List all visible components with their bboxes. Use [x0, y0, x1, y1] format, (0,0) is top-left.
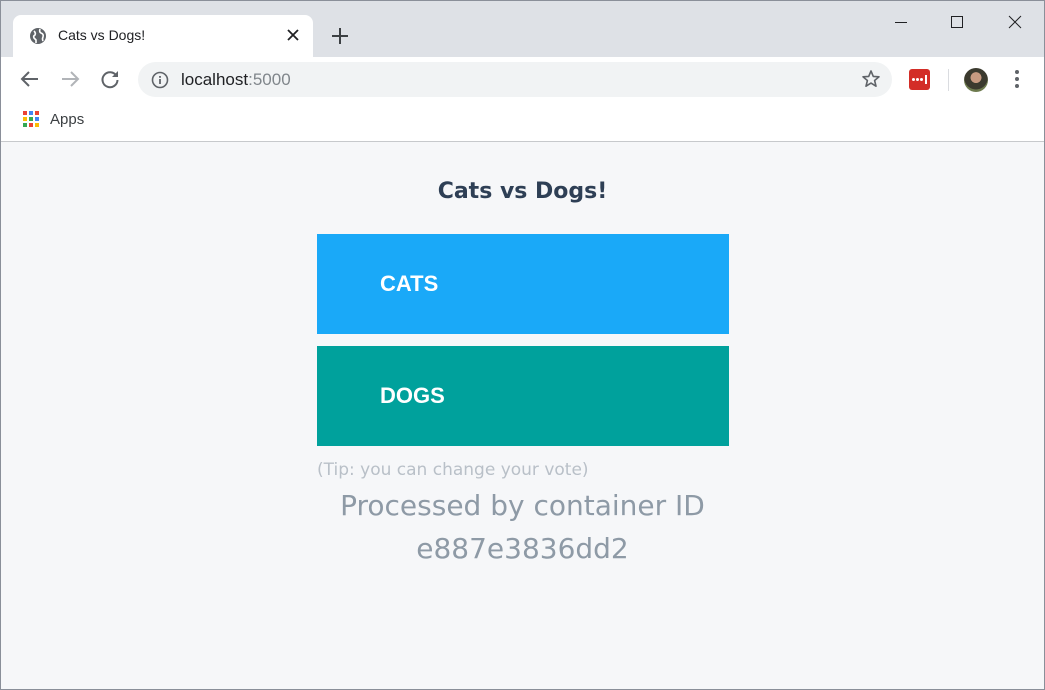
- kebab-menu-icon[interactable]: [1007, 68, 1027, 90]
- toolbar-divider: [948, 69, 949, 91]
- address-bar[interactable]: localhost:5000: [138, 62, 892, 97]
- page-content: Cats vs Dogs! CATS DOGS (Tip: you can ch…: [1, 142, 1044, 689]
- tab-active[interactable]: Cats vs Dogs!: [13, 15, 313, 57]
- apps-bookmark[interactable]: Apps: [50, 111, 84, 128]
- vote-dogs-button[interactable]: DOGS: [317, 346, 729, 446]
- page-title: Cats vs Dogs!: [437, 179, 608, 204]
- url-port: :5000: [248, 70, 291, 89]
- url-text: localhost:5000: [181, 70, 291, 90]
- browser-window: Cats vs Dogs! localhost:5000 Apps Cats v…: [0, 0, 1045, 690]
- bookmarks-bar: Apps: [1, 101, 1044, 142]
- container-id: e887e3836dd2: [416, 532, 629, 565]
- tab-title: Cats vs Dogs!: [58, 27, 146, 43]
- toolbar: localhost:5000: [1, 57, 1044, 101]
- vote-dogs-label: DOGS: [380, 383, 445, 408]
- reload-icon[interactable]: [99, 68, 121, 90]
- window-close-icon[interactable]: [995, 9, 1035, 35]
- url-host: localhost: [181, 70, 249, 89]
- tab-strip: Cats vs Dogs!: [1, 1, 1044, 57]
- container-id-info: Processed by container ID e887e3836dd2: [1, 484, 1044, 570]
- star-icon[interactable]: [861, 69, 881, 89]
- avatar[interactable]: [964, 68, 988, 92]
- arrow-right-icon[interactable]: [59, 68, 81, 90]
- apps-grid-icon[interactable]: [23, 111, 39, 127]
- globe-icon: [30, 28, 46, 44]
- vote-cats-button[interactable]: CATS: [317, 234, 729, 334]
- maximize-icon[interactable]: [937, 9, 977, 35]
- close-icon[interactable]: [285, 27, 301, 43]
- arrow-left-icon[interactable]: [19, 68, 41, 90]
- vote-cats-label: CATS: [380, 271, 439, 296]
- lastpass-icon[interactable]: [909, 69, 930, 90]
- minimize-icon[interactable]: [881, 9, 921, 35]
- processed-label: Processed by container ID: [340, 489, 705, 522]
- tip-text: (Tip: you can change your vote): [317, 460, 589, 480]
- info-icon[interactable]: [151, 71, 169, 89]
- plus-icon[interactable]: [329, 25, 351, 47]
